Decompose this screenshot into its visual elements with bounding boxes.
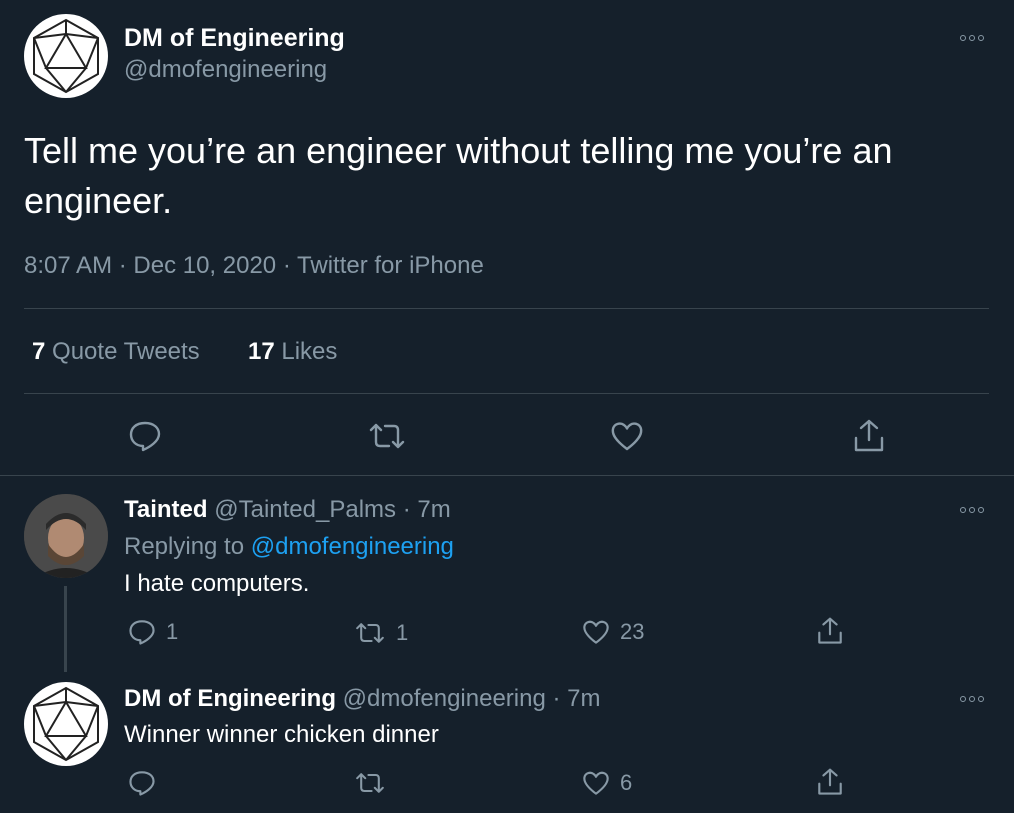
author-name[interactable]: DM of Engineering bbox=[124, 24, 345, 53]
retweet-button[interactable] bbox=[354, 771, 386, 795]
reply-icon bbox=[129, 771, 155, 796]
reply-button[interactable]: 1 bbox=[128, 618, 178, 646]
share-button[interactable] bbox=[816, 616, 844, 646]
reply-author-name[interactable]: Tainted bbox=[124, 496, 208, 523]
reply-author-handle[interactable]: @Tainted_Palms bbox=[214, 496, 396, 523]
retweet-button[interactable]: 1 bbox=[354, 620, 408, 646]
retweet-button[interactable] bbox=[367, 422, 407, 450]
reply-header: DM of Engineering @dmofengineering · 7m bbox=[124, 685, 601, 713]
d20-dice-icon bbox=[33, 686, 99, 762]
share-icon bbox=[818, 768, 842, 795]
like-count: 6 bbox=[620, 770, 633, 795]
more-icon[interactable] bbox=[957, 692, 987, 706]
more-icon[interactable] bbox=[957, 503, 987, 517]
reply-thread-line bbox=[64, 586, 67, 672]
divider bbox=[24, 393, 989, 394]
heart-icon bbox=[611, 422, 643, 451]
like-label: Likes bbox=[281, 338, 338, 365]
reply-time[interactable]: · 7m bbox=[553, 685, 601, 712]
share-icon bbox=[818, 617, 842, 644]
retweet-icon bbox=[356, 773, 384, 793]
divider bbox=[24, 308, 989, 309]
reply-text: I hate computers. bbox=[124, 570, 310, 597]
reply-author-name[interactable]: DM of Engineering bbox=[124, 685, 336, 712]
share-button[interactable] bbox=[816, 767, 844, 797]
reply-author-handle[interactable]: @dmofengineering bbox=[343, 685, 546, 712]
heart-icon bbox=[583, 620, 609, 644]
reply-time[interactable]: · 7m bbox=[403, 496, 451, 523]
reply-icon bbox=[129, 421, 161, 452]
retweet-count: 1 bbox=[396, 620, 409, 645]
retweet-icon bbox=[356, 623, 384, 643]
reply-avatar[interactable] bbox=[24, 682, 108, 766]
reply-button[interactable] bbox=[128, 769, 156, 797]
like-button[interactable]: 23 bbox=[582, 618, 644, 646]
tweet-meta: 8:07 AM · Dec 10, 2020 · Twitter for iPh… bbox=[24, 252, 484, 279]
like-button[interactable] bbox=[610, 420, 644, 452]
reply-button[interactable] bbox=[128, 420, 162, 452]
more-icon[interactable] bbox=[957, 31, 987, 45]
divider bbox=[0, 475, 1014, 476]
replying-to: Replying to @dmofengineering bbox=[124, 533, 454, 561]
like-count: 17 bbox=[248, 338, 275, 365]
author-handle[interactable]: @dmofengineering bbox=[124, 56, 327, 84]
reply-avatar[interactable] bbox=[24, 494, 108, 578]
replying-prefix: Replying to bbox=[124, 533, 245, 560]
heart-icon bbox=[583, 771, 609, 795]
like-count: 23 bbox=[620, 619, 645, 644]
tweet-text: Tell me you’re an engineer without telli… bbox=[24, 130, 893, 221]
quote-tweets-stat[interactable]: 7 Quote Tweets bbox=[32, 338, 200, 366]
d20-dice-icon bbox=[33, 18, 99, 94]
share-icon bbox=[854, 419, 884, 452]
reply-header: Tainted @Tainted_Palms · 7m bbox=[124, 496, 451, 524]
share-button[interactable] bbox=[852, 418, 886, 454]
reply-count: 1 bbox=[166, 619, 179, 644]
quote-label: Quote Tweets bbox=[52, 338, 200, 365]
like-button[interactable]: 6 bbox=[582, 769, 632, 797]
author-avatar[interactable] bbox=[24, 14, 108, 98]
reply-text: Winner winner chicken dinner bbox=[124, 721, 439, 748]
retweet-icon bbox=[369, 423, 405, 449]
likes-stat[interactable]: 17 Likes bbox=[248, 338, 337, 366]
replying-mention[interactable]: @dmofengineering bbox=[251, 533, 454, 560]
quote-count: 7 bbox=[32, 338, 46, 365]
reply-icon bbox=[129, 620, 155, 645]
person-avatar-icon bbox=[24, 494, 108, 578]
